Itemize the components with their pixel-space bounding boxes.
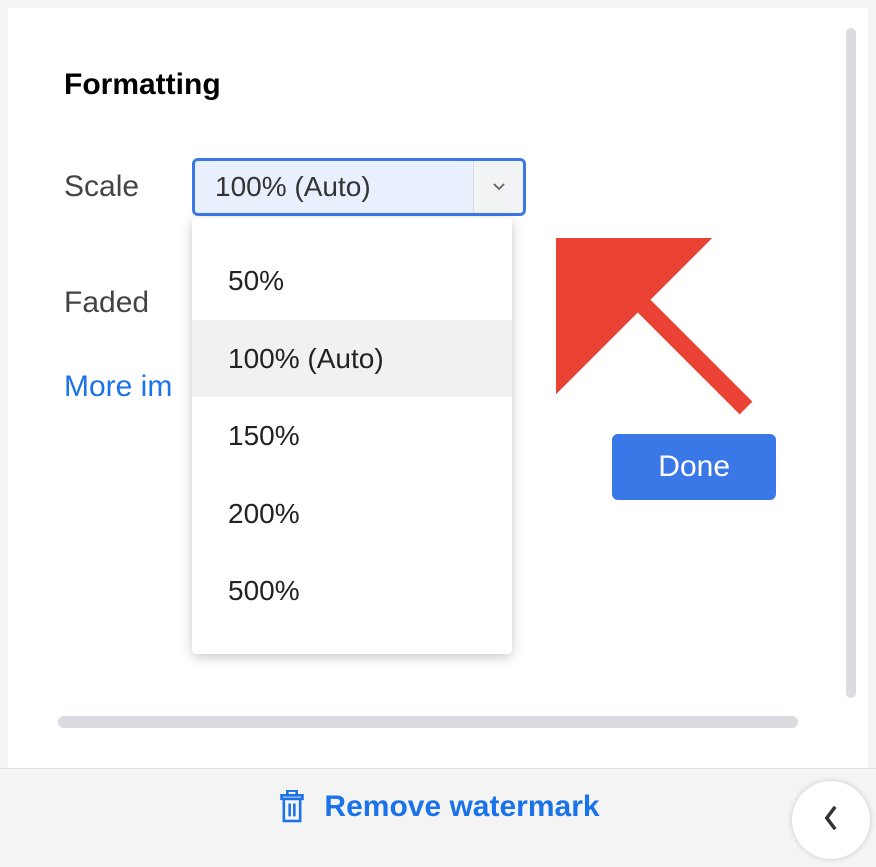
- section-title: Formatting: [64, 68, 812, 102]
- scale-option-500[interactable]: 500%: [192, 552, 512, 630]
- footer-row: Remove watermark: [0, 788, 876, 826]
- done-button[interactable]: Done: [612, 434, 776, 500]
- vertical-scrollbar[interactable]: [846, 28, 856, 698]
- chevron-down-icon: [493, 178, 505, 196]
- scale-dropdown[interactable]: 100% (Auto) 50% 100% (Auto) 150% 200% 50…: [192, 158, 526, 216]
- scale-dropdown-trigger[interactable]: 100% (Auto): [192, 158, 526, 216]
- trash-icon: [276, 788, 308, 826]
- remove-watermark-link[interactable]: Remove watermark: [324, 790, 599, 824]
- scale-dropdown-menu: 50% 100% (Auto) 150% 200% 500%: [192, 218, 512, 654]
- formatting-panel: Formatting Scale 100% (Auto) 50% 100% (A…: [8, 8, 868, 768]
- scale-dropdown-caret-button[interactable]: [473, 161, 523, 213]
- faded-label: Faded: [64, 286, 192, 320]
- scale-label: Scale: [64, 170, 192, 204]
- divider: [0, 768, 876, 769]
- scale-dropdown-value[interactable]: 100% (Auto): [195, 161, 473, 213]
- collapse-panel-button[interactable]: [792, 781, 870, 859]
- scale-option-100-auto[interactable]: 100% (Auto): [192, 320, 512, 398]
- scale-option-150[interactable]: 150%: [192, 397, 512, 475]
- chevron-left-icon: [822, 804, 840, 837]
- scale-row: Scale 100% (Auto) 50% 100% (Auto) 150% 2…: [64, 158, 812, 216]
- scale-option-200[interactable]: 200%: [192, 475, 512, 553]
- horizontal-scrollbar[interactable]: [58, 716, 798, 728]
- annotation-arrow: [556, 238, 776, 443]
- scale-option-50[interactable]: 50%: [192, 242, 512, 320]
